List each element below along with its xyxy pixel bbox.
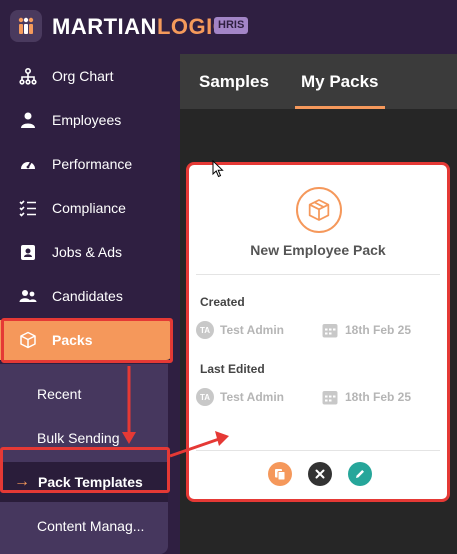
sidebar-item-label: Performance [52,156,133,172]
top-bar: MARTIANLOGIC HRIS [0,0,457,54]
tab-label: My Packs [301,71,379,91]
tab-my-packs[interactable]: My Packs [295,54,384,109]
submenu-item-content-manager[interactable]: Content Manag... [0,506,168,546]
sidebar-item-label: Employees [52,112,122,128]
submenu-item-label: Content Manag... [37,518,145,534]
close-icon [315,469,325,479]
calendar-icon [322,391,338,405]
box-icon [18,330,38,350]
tab-samples[interactable]: Samples [199,54,269,109]
sidebar-item-packs[interactable]: Packs [0,320,172,360]
people-icon [18,286,38,306]
avatar: TA [196,388,214,406]
pack-title: New Employee Pack [250,242,386,258]
box-icon [296,187,342,233]
calendar-icon [322,324,338,338]
created-by: TA Test Admin [196,321,284,339]
submenu-item-bulk-sending[interactable]: Bulk Sending [0,418,168,458]
edited-by: TA Test Admin [196,388,284,406]
brand-name: MARTIANLOGIC [52,14,229,40]
sidebar-item-jobs-ads[interactable]: Jobs & Ads [0,232,172,272]
pencil-icon [356,470,364,478]
submenu-item-label: Recent [37,386,82,402]
submenu-item-label: Pack Templates [38,474,143,490]
sidebar-item-label: Packs [52,332,93,348]
sidebar-item-org-chart[interactable]: Org Chart [0,56,172,96]
arrow-right-icon: → [14,473,30,490]
submenu-item-pack-templates[interactable]: → Pack Templates [0,462,168,502]
avatar: TA [196,321,214,339]
org-chart-icon [18,66,38,86]
edited-date-text: 18th Feb 25 [345,390,412,404]
sidebar-item-candidates[interactable]: Candidates [0,276,172,316]
sidebar-item-label: Compliance [52,200,126,216]
edit-button[interactable] [348,462,372,486]
mouse-cursor-icon [212,160,224,178]
copy-button[interactable] [268,462,292,486]
created-date-text: 18th Feb 25 [345,323,412,337]
submenu-item-recent[interactable]: Recent [0,374,168,414]
app-logo-icon[interactable] [10,10,42,42]
copy-icon [275,468,286,480]
tab-bar: Samples My Packs [180,54,457,109]
sidebar-item-label: Jobs & Ads [52,244,123,260]
divider [196,274,440,275]
pack-card[interactable]: New Employee Pack Created TA Test Admin … [186,162,450,502]
person-icon [18,110,38,130]
edited-date: 18th Feb 25 [321,388,411,406]
created-label: Created [200,295,245,309]
packs-submenu: Recent Bulk Sending → Pack Templates Con… [0,364,168,554]
brand-badge: HRIS [214,17,249,34]
sidebar: Org Chart Employees Performance Complian… [0,54,180,554]
checklist-icon [18,198,38,218]
divider [196,450,440,451]
created-user: Test Admin [220,323,285,337]
sidebar-item-employees[interactable]: Employees [0,100,172,140]
submenu-item-label: Bulk Sending [37,430,120,446]
sidebar-item-performance[interactable]: Performance [0,144,172,184]
created-date: 18th Feb 25 [321,321,411,339]
sidebar-item-label: Org Chart [52,68,114,84]
sidebar-item-compliance[interactable]: Compliance [0,188,172,228]
brand-name-part1: MARTIAN [52,14,157,39]
tab-label: Samples [199,71,269,91]
last-edited-label: Last Edited [200,362,265,376]
sidebar-item-label: Candidates [52,288,123,304]
gauge-icon [18,154,38,174]
edited-user: Test Admin [220,390,285,404]
id-badge-icon [18,242,38,262]
delete-button[interactable] [308,462,332,486]
